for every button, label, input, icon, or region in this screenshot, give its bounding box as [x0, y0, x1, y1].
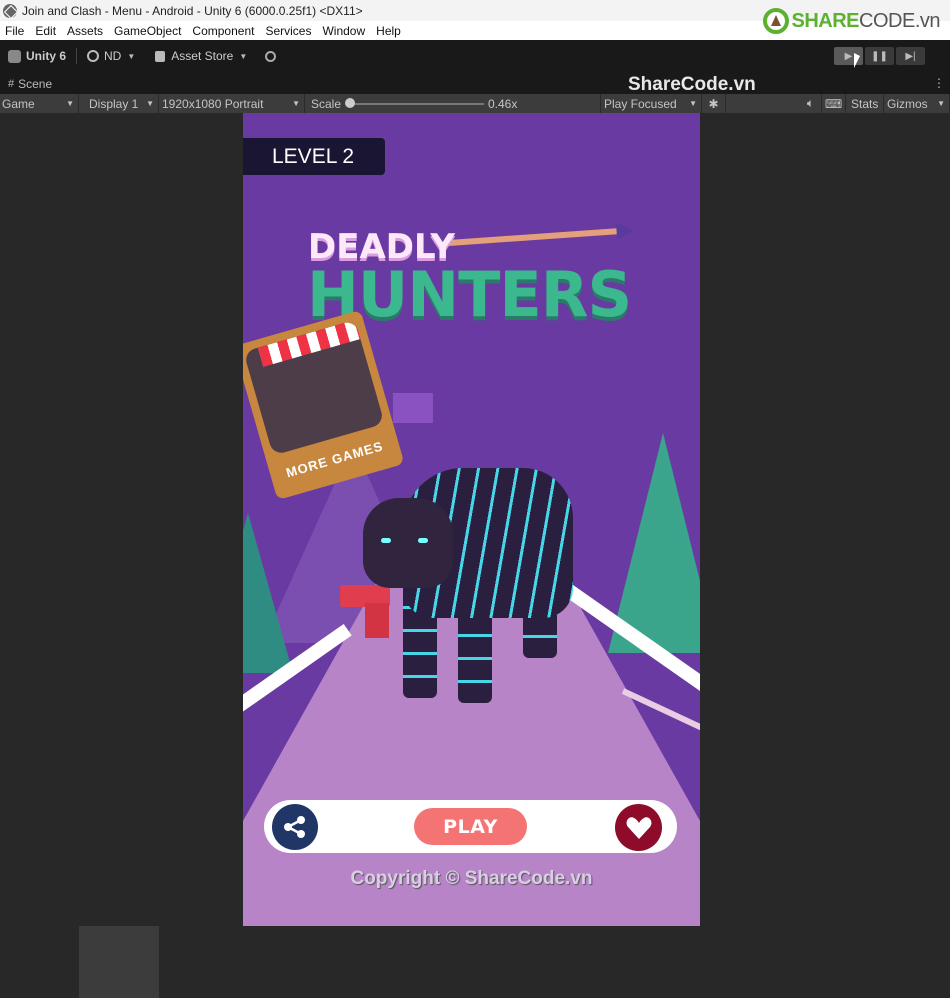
display-label: Display 1: [89, 96, 139, 111]
menu-component[interactable]: Component: [187, 24, 260, 38]
unity-version-button[interactable]: Unity 6: [8, 49, 66, 63]
menu-services[interactable]: Services: [260, 24, 317, 38]
shopping-bag-icon: [155, 50, 166, 62]
chevron-down-icon: ▼: [937, 99, 945, 108]
stats-button[interactable]: Stats: [846, 94, 884, 113]
chevron-down-icon: ▼: [66, 99, 74, 108]
game-mode-dropdown[interactable]: Game ▼: [0, 94, 79, 113]
pause-button[interactable]: ❚❚: [865, 47, 894, 65]
chevron-down-icon: ▼: [146, 99, 154, 108]
chevron-down-icon: ▼: [127, 51, 136, 61]
toolbar-divider: [76, 48, 78, 64]
play-focus-dropdown[interactable]: Play Focused ▼: [601, 94, 702, 113]
step-button[interactable]: ▶|: [896, 47, 925, 65]
debug-bug-icon[interactable]: ✱: [702, 94, 726, 113]
game-view-toolbar: Game ▼ Display 1 ▼ 1920x1080 Portrait ▼ Sca…: [0, 94, 950, 113]
tab-scene[interactable]: # Scene: [0, 74, 60, 94]
share-button[interactable]: [272, 804, 318, 850]
menu-help[interactable]: Help: [371, 24, 407, 38]
pine-tree-left: [243, 513, 293, 673]
play-game-button[interactable]: PLAY: [414, 808, 527, 845]
game-mode-label: Game: [2, 96, 35, 111]
scale-slider-track[interactable]: [352, 103, 484, 105]
menu-assets[interactable]: Assets: [62, 24, 109, 38]
asset-store-label: Asset Store: [171, 49, 234, 63]
grid-icon: #: [8, 78, 15, 90]
gizmos-dropdown[interactable]: Gizmos ▼: [884, 94, 950, 113]
tab-scene-label: Scene: [18, 77, 53, 91]
tiger-head: [363, 498, 453, 588]
menu-edit[interactable]: Edit: [30, 24, 62, 38]
cloud-settings-icon[interactable]: [265, 50, 277, 62]
scale-label: Scale: [311, 96, 342, 111]
sharecode-logo-icon: [762, 8, 789, 34]
display-dropdown[interactable]: Display 1 ▼: [79, 94, 159, 113]
copyright-text: Copyright © ShareCode.vn: [350, 868, 593, 889]
asset-store-dropdown[interactable]: Asset Store ▼: [155, 49, 247, 63]
scale-slider-thumb[interactable]: [345, 98, 355, 108]
scale-value: 0.46x: [488, 96, 518, 111]
window-title: Join and Clash - Menu - Android - Unity …: [22, 3, 363, 18]
view-tabs: # Scene ◉◉ Game: [0, 72, 950, 998]
level-badge: LEVEL 2: [243, 138, 385, 175]
title-arrow-icon: [448, 228, 619, 246]
keyboard-icon[interactable]: ⌨: [822, 94, 846, 113]
menu-file[interactable]: File: [0, 24, 30, 38]
mute-audio-icon[interactable]: 🔈︎: [800, 94, 822, 113]
unity-logo-icon: [3, 3, 17, 18]
bottom-action-bar: PLAY: [264, 800, 677, 853]
more-games-thumbnail: [243, 319, 385, 456]
menu-window[interactable]: Window: [317, 24, 371, 38]
menu-gameobject[interactable]: GameObject: [109, 24, 187, 38]
resolution-label: 1920x1080 Portrait: [162, 96, 264, 111]
unity-label: Unity 6: [26, 49, 67, 63]
account-label: ND: [104, 49, 122, 63]
game-screen[interactable]: LEVEL 2 DEADLY HUNTERS MORE GAMES PLAY C…: [243, 113, 700, 926]
play-mode-label: Play Focused: [604, 96, 677, 111]
play-controls: ▶ ❚❚ ▶|: [834, 47, 925, 65]
heart-icon: [626, 816, 651, 839]
unity-cube-icon: [8, 49, 21, 63]
tiger-eye: [381, 538, 391, 543]
share-icon: [284, 816, 305, 838]
background-pillar: [393, 393, 433, 423]
tiger-eye: [418, 538, 428, 543]
more-options-icon[interactable]: ⋮: [933, 76, 945, 90]
brand-share: SHARE: [791, 9, 860, 32]
like-button[interactable]: [615, 804, 662, 851]
neon-tiger-character: [363, 458, 573, 708]
user-icon: [87, 50, 100, 62]
sharecode-brand: SHARE CODE.vn: [762, 8, 940, 34]
main-toolbar: Unity 6 ND ▼ Asset Store ▼: [0, 40, 950, 72]
brand-code: CODE.vn: [859, 9, 940, 32]
chevron-down-icon: ▼: [239, 51, 248, 61]
stats-label: Stats: [851, 96, 879, 111]
account-dropdown[interactable]: ND ▼: [87, 49, 135, 63]
mouse-cursor-icon: [854, 53, 860, 68]
watermark-text: ShareCode.vn: [628, 74, 756, 95]
gizmos-label: Gizmos: [887, 96, 928, 111]
chevron-down-icon: ▼: [689, 99, 697, 108]
chevron-down-icon: ▼: [292, 99, 300, 108]
resolution-dropdown[interactable]: 1920x1080 Portrait ▼: [159, 94, 305, 113]
